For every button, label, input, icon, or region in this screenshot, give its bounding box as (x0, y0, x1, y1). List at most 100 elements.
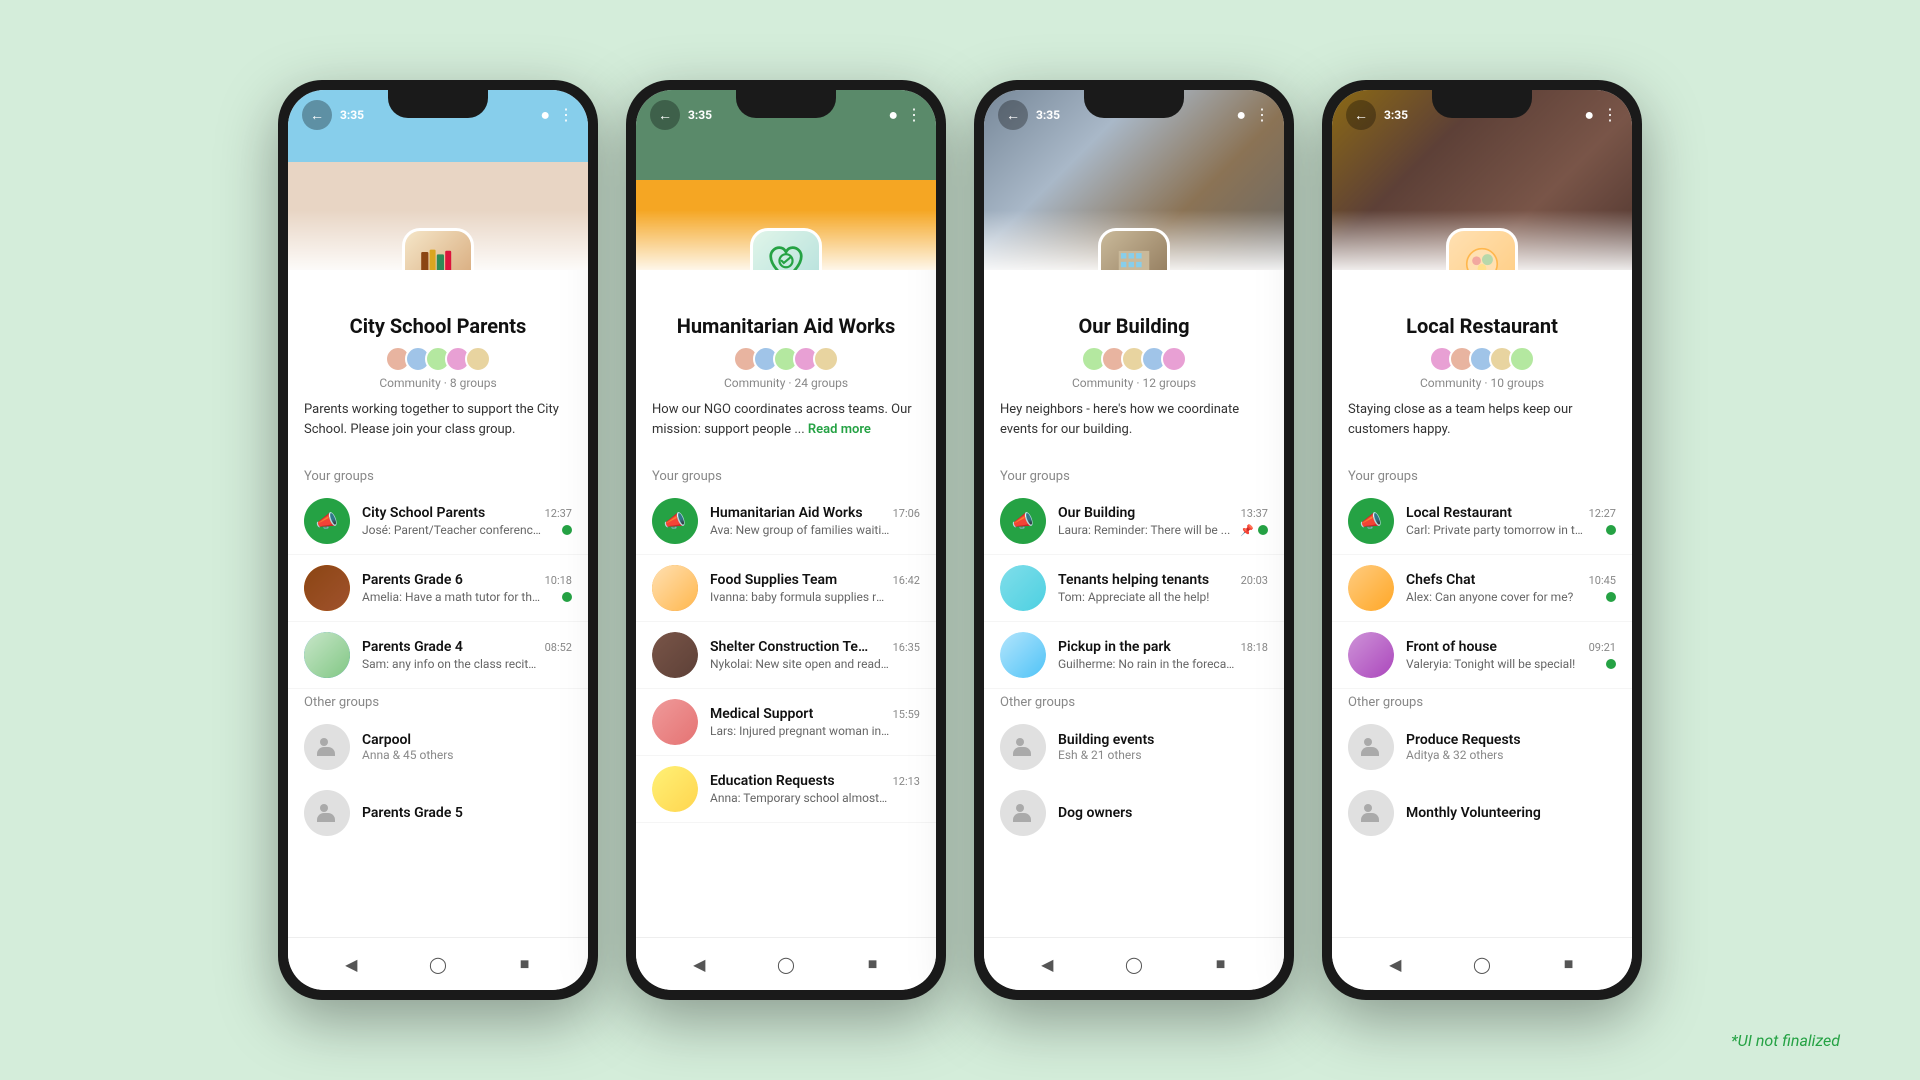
group-msg: Amelia: Have a math tutor for the upco..… (362, 590, 542, 604)
other-group-info: Building events Esh & 21 others (1058, 732, 1268, 762)
back-button-3[interactable]: ← (998, 100, 1028, 130)
community-info-3: Our Building Community · 12 groups Hey n… (984, 270, 1284, 463)
group-item[interactable]: Food Supplies Team 16:42 Ivanna: baby fo… (636, 555, 936, 622)
group-time: 09:21 (1589, 641, 1616, 654)
nav-back-3[interactable]: ◀ (1033, 950, 1061, 978)
nav-home-4[interactable]: ◯ (1468, 950, 1496, 978)
group-name: Humanitarian Aid Works (710, 505, 863, 521)
other-group-info: Monthly Volunteering (1406, 805, 1616, 821)
nav-recent-2[interactable]: ■ (859, 950, 887, 978)
more-icon-4[interactable]: ⋮ (1602, 105, 1618, 125)
search-icon-3[interactable]: ● (1236, 105, 1246, 125)
member-avatars-3 (1000, 346, 1268, 372)
more-icon-1[interactable]: ⋮ (558, 105, 574, 125)
other-group-item[interactable]: Monthly Volunteering (1332, 780, 1632, 846)
back-button-2[interactable]: ← (650, 100, 680, 130)
group-item[interactable]: Tenants helping tenants 20:03 Tom: Appre… (984, 555, 1284, 622)
search-icon-4[interactable]: ● (1584, 105, 1594, 125)
group-item[interactable]: 📣 City School Parents 12:37 José: Parent… (288, 488, 588, 555)
member-avatar (465, 346, 491, 372)
other-group-info: Carpool Anna & 45 others (362, 732, 572, 762)
nav-home-3[interactable]: ◯ (1120, 950, 1148, 978)
other-group-item[interactable]: Parents Grade 5 (288, 780, 588, 846)
group-name: Our Building (1058, 505, 1135, 521)
group-item[interactable]: Front of house 09:21 Valeryia: Tonight w… (1332, 622, 1632, 689)
back-button-1[interactable]: ← (302, 100, 332, 130)
group-item[interactable]: Education Requests 12:13 Anna: Temporary… (636, 756, 936, 823)
group-item[interactable]: Pickup in the park 18:18 Guilherme: No r… (984, 622, 1284, 689)
group-item[interactable]: 📣 Local Restaurant 12:27 Carl: Private p… (1332, 488, 1632, 555)
other-group-info: Produce Requests Aditya & 32 others (1406, 732, 1616, 762)
other-group-avatar (1000, 790, 1046, 836)
other-group-item[interactable]: Building events Esh & 21 others (984, 714, 1284, 780)
community-info-2: Humanitarian Aid Works Community · 24 gr… (636, 270, 936, 463)
your-groups-label-4: Your groups (1332, 463, 1632, 488)
your-groups-label-3: Your groups (984, 463, 1284, 488)
phone-2-content: Humanitarian Aid Works Community · 24 gr… (636, 270, 936, 937)
other-group-item[interactable]: Dog owners (984, 780, 1284, 846)
group-avatar-icon: 📣 (1348, 498, 1394, 544)
more-icon-2[interactable]: ⋮ (906, 105, 922, 125)
group-avatar-icon (652, 766, 698, 812)
group-item-info: Education Requests 12:13 Anna: Temporary… (710, 773, 920, 805)
group-preview: Ivanna: baby formula supplies running ..… (710, 590, 920, 604)
pin-icon: 📌 (1240, 524, 1254, 537)
group-avatar-icon: 📣 (652, 498, 698, 544)
nav-home-2[interactable]: ◯ (772, 950, 800, 978)
phone-1-header: ← 3:35 ● ⋮ (288, 90, 588, 270)
group-item[interactable]: Chefs Chat 10:45 Alex: Can anyone cover … (1332, 555, 1632, 622)
group-item[interactable]: 📣 Humanitarian Aid Works 17:06 Ava: New … (636, 488, 936, 555)
read-more-link[interactable]: Read more (808, 422, 871, 437)
group-name: City School Parents (362, 505, 485, 521)
more-icon-3[interactable]: ⋮ (1254, 105, 1270, 125)
group-name: Chefs Chat (1406, 572, 1475, 588)
nav-recent-1[interactable]: ■ (511, 950, 539, 978)
your-groups-label-2: Your groups (636, 463, 936, 488)
group-msg: Nykolai: New site open and ready for ... (710, 657, 890, 671)
group-avatar-icon (652, 699, 698, 745)
group-item-info: City School Parents 12:37 José: Parent/T… (362, 505, 572, 537)
phone-2-header: ← 3:35 ● ⋮ (636, 90, 936, 270)
back-button-4[interactable]: ← (1346, 100, 1376, 130)
group-item[interactable]: Shelter Construction Team 16:35 Nykolai:… (636, 622, 936, 689)
group-avatar-icon (304, 632, 350, 678)
nav-recent-3[interactable]: ■ (1207, 950, 1235, 978)
search-icon-1[interactable]: ● (540, 105, 550, 125)
community-meta-1: Community · 8 groups (304, 376, 572, 390)
other-group-name: Monthly Volunteering (1406, 805, 1616, 821)
nav-recent-4[interactable]: ■ (1555, 950, 1583, 978)
group-item-top: City School Parents 12:37 (362, 505, 572, 521)
header-icons-2: ● ⋮ (888, 105, 922, 125)
phone-3-screen: ← 3:35 ● ⋮ (984, 90, 1284, 990)
community-desc-1: Parents working together to support the … (304, 400, 572, 439)
header-icons-1: ● ⋮ (540, 105, 574, 125)
group-item-info: Parents Grade 6 10:18 Amelia: Have a mat… (362, 572, 572, 604)
group-time: 15:59 (893, 708, 920, 721)
group-time: 16:42 (893, 574, 920, 587)
group-item[interactable]: Parents Grade 6 10:18 Amelia: Have a mat… (288, 555, 588, 622)
nav-back-1[interactable]: ◀ (337, 950, 365, 978)
group-item[interactable]: Parents Grade 4 08:52 Sam: any info on t… (288, 622, 588, 689)
nav-back-2[interactable]: ◀ (685, 950, 713, 978)
community-title-4: Local Restaurant (1348, 314, 1616, 338)
member-avatar (1509, 346, 1535, 372)
unread-indicator (562, 525, 572, 535)
member-avatars-1 (304, 346, 572, 372)
nav-back-4[interactable]: ◀ (1381, 950, 1409, 978)
group-item[interactable]: 📣 Our Building 13:37 Laura: Reminder: Th… (984, 488, 1284, 555)
group-preview: Anna: Temporary school almost comp... (710, 791, 920, 805)
group-item-top: Medical Support 15:59 (710, 706, 920, 722)
group-item-info: Food Supplies Team 16:42 Ivanna: baby fo… (710, 572, 920, 604)
group-avatar-1 (402, 228, 474, 270)
nav-home-1[interactable]: ◯ (424, 950, 452, 978)
group-preview: Guilherme: No rain in the forecast! (1058, 657, 1268, 671)
group-avatar-icon (652, 632, 698, 678)
group-name: Parents Grade 4 (362, 639, 463, 655)
other-group-avatar (1348, 790, 1394, 836)
group-item[interactable]: Medical Support 15:59 Lars: Injured preg… (636, 689, 936, 756)
group-time: 17:06 (893, 507, 920, 520)
other-group-item[interactable]: Produce Requests Aditya & 32 others (1332, 714, 1632, 780)
search-icon-2[interactable]: ● (888, 105, 898, 125)
group-preview: Nykolai: New site open and ready for ... (710, 657, 920, 671)
other-group-item[interactable]: Carpool Anna & 45 others (288, 714, 588, 780)
